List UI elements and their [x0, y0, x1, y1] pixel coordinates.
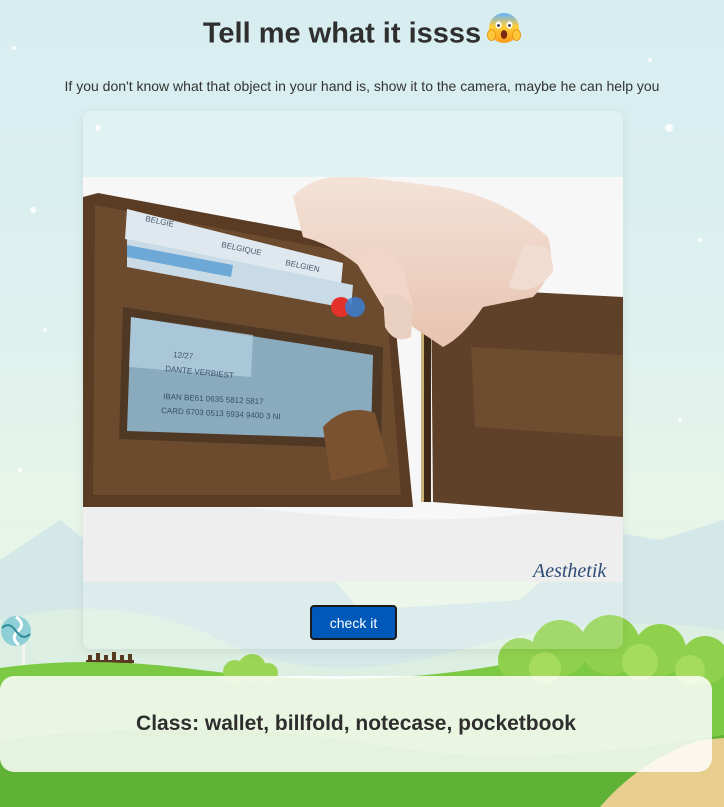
camera-card: Aesthetik BELGIE BELGIQUE BELGIEN 12/27 … — [83, 111, 623, 649]
camera-feed: Aesthetik BELGIE BELGIQUE BELGIEN 12/27 … — [83, 177, 623, 582]
shirt-text: Aesthetik — [531, 560, 607, 582]
page-title-text: Tell me what it issss — [202, 17, 482, 50]
result-panel: Class: wallet, billfold, notecase, pocke… — [0, 676, 712, 772]
check-it-button[interactable]: check it — [310, 605, 397, 640]
page-title: Tell me what it issss — [0, 11, 724, 56]
page-subtitle: If you don't know what that object in yo… — [64, 78, 660, 94]
wallet-photo: Aesthetik BELGIE BELGIQUE BELGIEN 12/27 … — [83, 177, 623, 582]
screaming-face-emoji-icon — [487, 11, 522, 53]
result-class-text: Class: wallet, billfold, notecase, pocke… — [136, 712, 576, 735]
